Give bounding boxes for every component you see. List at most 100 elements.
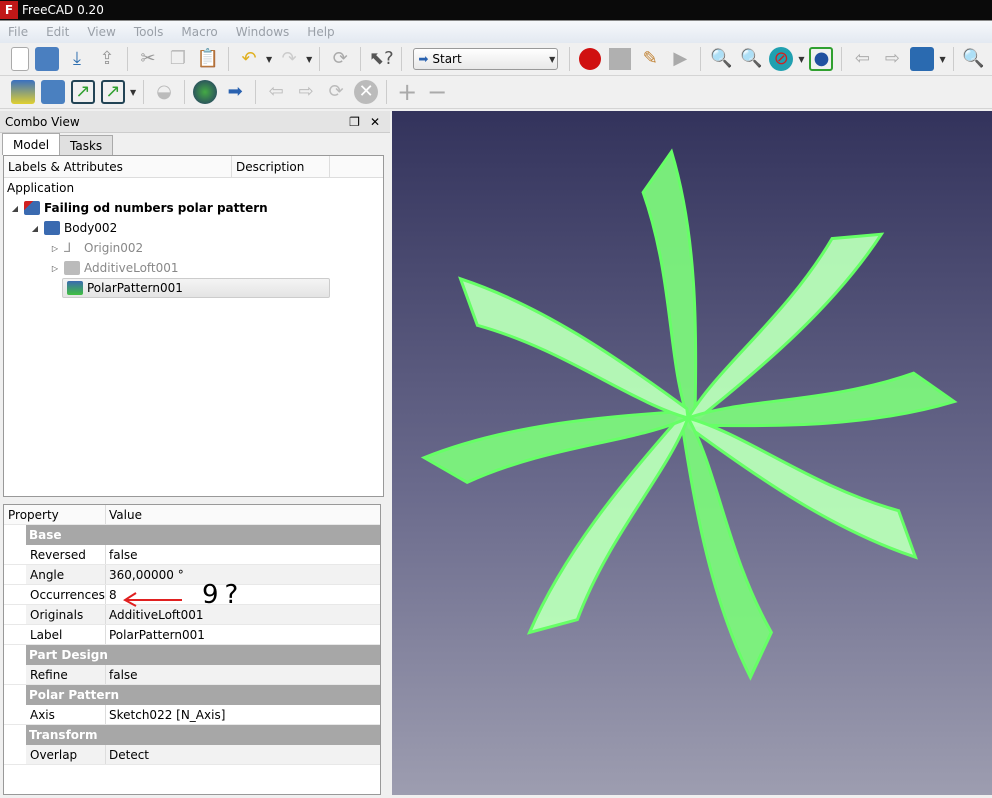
polar-pattern-model xyxy=(420,148,958,681)
link-icon[interactable]: ↗ xyxy=(71,80,95,104)
3d-viewport[interactable] xyxy=(392,111,992,795)
expanded-arrow-icon[interactable]: ◢ xyxy=(10,204,20,213)
property-name: Label xyxy=(26,625,106,644)
expanded-arrow-icon[interactable]: ◢ xyxy=(30,224,40,233)
web-home-icon[interactable]: ◒ xyxy=(152,80,176,104)
save-icon[interactable]: ⤓ xyxy=(65,47,89,71)
property-value[interactable]: false xyxy=(106,665,380,684)
blade[interactable] xyxy=(637,148,721,421)
open-folder-icon[interactable] xyxy=(35,47,59,71)
property-group-label: Base xyxy=(26,525,380,545)
property-value[interactable]: Sketch022 [N_Axis] xyxy=(106,705,380,724)
web-refresh-icon[interactable]: ⟳ xyxy=(324,80,348,104)
origin-axes-icon: ⅃ xyxy=(64,241,72,256)
property-group[interactable]: Transform xyxy=(4,725,380,745)
float-panel-icon[interactable]: ❐ xyxy=(349,115,360,129)
refresh-icon[interactable]: ⟳ xyxy=(328,47,352,71)
fit-selection-icon[interactable]: 🔍 xyxy=(739,47,763,71)
property-group-label: Part Design xyxy=(26,645,380,665)
menu-macro[interactable]: Macro xyxy=(181,25,217,39)
save-as-icon[interactable]: ⇪ xyxy=(95,47,119,71)
property-row[interactable]: Angle 360,00000 ° xyxy=(4,565,380,585)
folder-icon[interactable] xyxy=(41,80,65,104)
property-value[interactable]: false xyxy=(106,545,380,564)
property-group[interactable]: Part Design xyxy=(4,645,380,665)
redo-dropdown-icon[interactable]: ▼ xyxy=(306,55,312,64)
menu-windows[interactable]: Windows xyxy=(236,25,290,39)
model-tree: Labels & Attributes Description Applicati… xyxy=(3,155,384,497)
property-row[interactable]: Refine false xyxy=(4,665,380,685)
property-row[interactable]: Overlap Detect xyxy=(4,745,380,765)
undo-icon[interactable]: ↶ xyxy=(237,47,261,71)
blade[interactable] xyxy=(446,276,702,423)
link-dropdown-icon[interactable]: ▼ xyxy=(130,88,136,97)
redo-icon[interactable]: ↷ xyxy=(277,47,301,71)
macro-record-icon[interactable] xyxy=(578,47,602,71)
menu-help[interactable]: Help xyxy=(307,25,334,39)
menu-tools[interactable]: Tools xyxy=(134,25,164,39)
macro-stop-icon[interactable] xyxy=(608,47,632,71)
tree-item-label: Body002 xyxy=(64,221,118,235)
property-group-label: Transform xyxy=(26,725,380,745)
property-name: Axis xyxy=(26,705,106,724)
forward-arrow-icon[interactable]: ⇨ xyxy=(880,47,904,71)
close-panel-icon[interactable]: ✕ xyxy=(370,115,380,129)
collapsed-arrow-icon[interactable]: ▷ xyxy=(50,264,60,273)
draw-style-dropdown-icon[interactable]: ▼ xyxy=(798,55,804,64)
bounding-box-icon[interactable]: ● xyxy=(809,47,834,71)
web-forward-icon[interactable]: ⇨ xyxy=(294,80,318,104)
property-value[interactable]: Detect xyxy=(106,745,380,764)
tab-model[interactable]: Model xyxy=(2,133,61,155)
column-labels[interactable]: Labels & Attributes xyxy=(4,156,232,177)
workbench-selector[interactable]: ➡ Start ▼ xyxy=(413,48,559,70)
tree-item-polar-pattern[interactable]: PolarPattern001 xyxy=(62,278,330,298)
property-row[interactable]: Axis Sketch022 [N_Axis] xyxy=(4,705,380,725)
go-arrow-icon[interactable]: ➡ xyxy=(223,80,247,104)
property-group[interactable]: Polar Pattern xyxy=(4,685,380,705)
tree-item-document[interactable]: ◢ Failing od numbers polar pattern xyxy=(4,198,383,218)
back-arrow-icon[interactable]: ⇦ xyxy=(850,47,874,71)
macro-play-icon[interactable]: ▶ xyxy=(668,47,692,71)
cut-icon[interactable]: ✂ xyxy=(136,47,160,71)
new-document-icon[interactable] xyxy=(11,47,29,71)
menu-view[interactable]: View xyxy=(87,25,115,39)
window-title: FreeCAD 0.20 xyxy=(22,3,104,17)
property-group[interactable]: Base xyxy=(4,525,380,545)
zoom-icon[interactable]: 🔍 xyxy=(962,47,986,71)
copy-icon[interactable]: ❐ xyxy=(166,47,190,71)
zoom-out-icon[interactable]: − xyxy=(425,80,449,104)
web-stop-icon[interactable]: ✕ xyxy=(354,80,379,104)
collapsed-arrow-icon[interactable]: ▷ xyxy=(50,244,60,253)
annotation-text: 9? xyxy=(202,580,245,610)
paste-icon[interactable]: 📋 xyxy=(196,47,220,71)
property-row[interactable]: Label PolarPattern001 xyxy=(4,625,380,645)
link-actions-icon[interactable]: ↗ xyxy=(101,80,125,104)
std-views-icon[interactable] xyxy=(910,47,935,71)
whats-this-icon[interactable]: ⬉? xyxy=(369,47,394,71)
tree-item-body[interactable]: ◢ Body002 xyxy=(4,218,383,238)
polar-pattern-icon xyxy=(67,281,83,295)
macro-edit-icon[interactable]: ✎ xyxy=(638,47,662,71)
freecad-logo-icon: F xyxy=(0,1,18,19)
tree-item-label: PolarPattern001 xyxy=(87,281,183,295)
property-row[interactable]: Reversed false xyxy=(4,545,380,565)
zoom-in-icon[interactable]: + xyxy=(395,80,419,104)
fit-all-icon[interactable]: 🔍 xyxy=(709,47,733,71)
menu-file[interactable]: File xyxy=(8,25,28,39)
menu-edit[interactable]: Edit xyxy=(46,25,69,39)
std-views-dropdown-icon[interactable]: ▼ xyxy=(939,55,945,64)
tab-tasks[interactable]: Tasks xyxy=(59,135,114,155)
property-value[interactable]: PolarPattern001 xyxy=(106,625,380,644)
undo-dropdown-icon[interactable]: ▼ xyxy=(266,55,272,64)
draw-style-icon[interactable]: ⊘ xyxy=(769,47,794,71)
column-description[interactable]: Description xyxy=(232,156,330,177)
part-workbench-icon[interactable] xyxy=(11,80,35,104)
globe-icon[interactable] xyxy=(193,80,218,104)
tree-item-label: AdditiveLoft001 xyxy=(84,261,179,275)
tree-item-additive-loft[interactable]: ▷ AdditiveLoft001 xyxy=(4,258,383,278)
tree-item-origin[interactable]: ▷ ⅃ Origin002 xyxy=(4,238,383,258)
web-back-icon[interactable]: ⇦ xyxy=(264,80,288,104)
main-toolbar: ⤓ ⇪ ✂ ❐ 📋 ↶ ▼ ↷ ▼ ⟳ ⬉? ➡ Start ▼ ✎ ▶ 🔍 🔍 ⊘ ▼ … xyxy=(0,43,992,76)
property-group-label: Polar Pattern xyxy=(26,685,380,705)
document-icon xyxy=(24,201,40,215)
